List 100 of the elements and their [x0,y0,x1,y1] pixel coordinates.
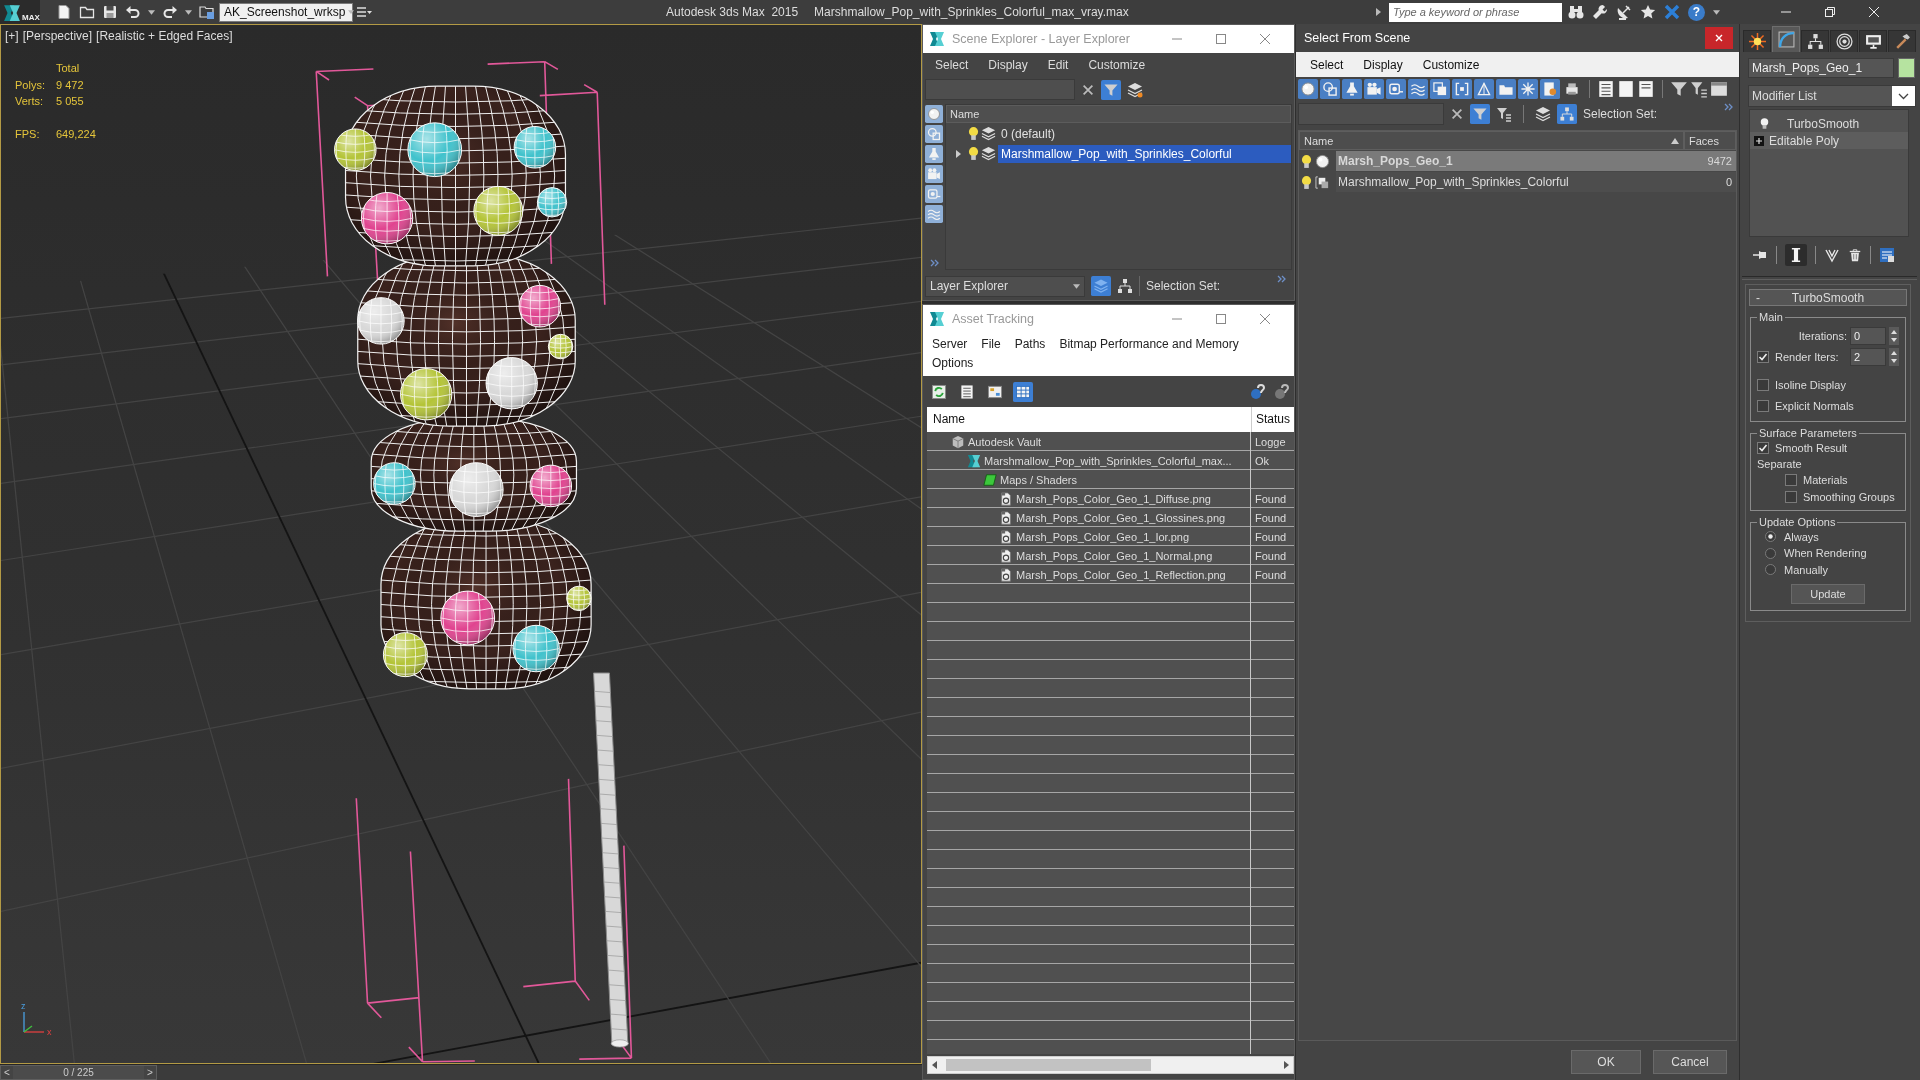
sheet-icon[interactable] [1540,79,1560,99]
light-bulb-icon[interactable] [1301,153,1312,169]
x-mark-icon[interactable] [1664,4,1680,20]
help-icon[interactable] [1274,383,1290,400]
number-field[interactable]: 0 [1850,327,1886,345]
double-chevron-icon[interactable] [1724,103,1733,111]
application-menu-button[interactable]: MAX [0,0,40,24]
window-icon[interactable] [1710,80,1728,98]
caret-icon[interactable] [1713,9,1720,15]
workspace-dropdown[interactable]: AK_Screenshot_wrksp [219,2,353,22]
help-button[interactable]: ? [1688,3,1705,21]
binoculars-icon[interactable] [1568,4,1584,20]
help-icon[interactable] [1250,383,1266,400]
column-header[interactable]: Faces [1684,131,1736,150]
menu-item[interactable]: Edit [1037,58,1079,72]
overlapping-squares-icon[interactable] [1430,79,1450,99]
redo-icon[interactable] [162,4,178,20]
viewport-menu-label[interactable]: [Realistic + Edged Faces] [96,29,233,43]
column-header[interactable]: Name [927,407,1251,432]
scroll-left-icon[interactable] [931,1061,939,1069]
shapes-icon[interactable] [1320,79,1340,99]
filter-list-icon[interactable] [1496,106,1512,122]
time-slider-track[interactable]: < 0 / 225 > [0,1064,922,1080]
light-bulb-icon[interactable] [968,146,979,161]
menu-item[interactable]: File [981,335,1001,354]
radio-button[interactable] [1765,547,1776,559]
search-field[interactable]: Type a keyword or phrase [1389,2,1562,22]
panel-tab[interactable] [1859,30,1887,52]
color-swatch-icon[interactable] [1898,58,1915,78]
light-bulb-icon[interactable] [1301,174,1312,190]
radio-button[interactable] [1765,531,1776,543]
explorer-mode-dropdown[interactable]: Layer Explorer [925,275,1085,297]
list-icon[interactable] [1637,80,1655,98]
caret-icon[interactable] [1376,8,1381,16]
action-button[interactable]: Update [1791,583,1865,604]
filter-icon[interactable] [1101,79,1121,100]
panel-tab[interactable] [1801,30,1829,52]
rollout-header[interactable]: - TurboSmooth [1749,289,1907,306]
panel-tab[interactable] [1743,30,1771,52]
camera-icon[interactable] [1364,79,1384,99]
sphere-icon[interactable] [925,105,943,123]
table-icon[interactable] [1013,381,1033,402]
stack-item[interactable]: Editable Poly [1750,132,1908,149]
viewport[interactable]: [+] [Perspective] [Realistic + Edged Faces] Total Polys: 9 472 Verts: 5 055 FPS: 649,224 z x [0,24,922,1064]
fork-icon[interactable] [1824,247,1840,263]
layer-name[interactable]: 0 (default) [998,124,1291,143]
menu-item[interactable]: Select [925,58,979,72]
i-beam-icon[interactable] [1785,244,1807,266]
column-header[interactable]: Name [1299,131,1684,150]
caret-icon[interactable] [148,9,155,15]
checkbox[interactable] [1757,379,1769,391]
wrench-icon[interactable] [1592,4,1608,20]
checkbox[interactable] [1757,400,1769,412]
undo-icon[interactable] [125,4,141,20]
collapse-toggle[interactable]: - [1750,290,1766,305]
hierarchy-icon[interactable] [1557,104,1577,124]
panel-tab[interactable] [1830,30,1858,52]
number-field[interactable]: 2 [1850,348,1886,366]
double-chevron-icon[interactable] [1277,275,1286,283]
menu-item[interactable]: Customize [1078,58,1156,72]
stack-item[interactable]: TurboSmooth [1750,115,1908,132]
bin-icon[interactable] [1848,248,1862,262]
layers-icon[interactable] [1127,81,1143,98]
light-bulb-icon[interactable] [968,126,979,141]
clear-icon[interactable] [1450,107,1464,121]
scroll-right-icon[interactable] [1282,1061,1290,1069]
sphere-icon[interactable] [1298,79,1318,99]
spinner-arrows-icon[interactable] [1889,327,1899,345]
object-name[interactable]: Marshmallow_Pop_with_Sprinkles_Colorful [1336,172,1684,192]
double-chevron-icon[interactable] [929,259,939,267]
layer-name[interactable]: Marshmallow_Pop_with_Sprinkles_Colorful [998,144,1291,163]
viewport-menu-label[interactable]: [Perspective] [22,29,93,43]
menu-item[interactable]: Display [978,58,1038,72]
menu-item[interactable]: Options [932,354,974,373]
filter-icon[interactable] [1470,104,1490,124]
tape-measure-icon[interactable] [1386,79,1406,99]
horizontal-scrollbar[interactable] [927,1056,1294,1074]
save-icon[interactable] [102,4,118,20]
previous-frame-button[interactable]: < [1,1066,13,1079]
open-folder-icon[interactable] [79,4,95,20]
folder-icon[interactable] [1496,79,1516,99]
spinner-arrows-icon[interactable] [1889,348,1899,366]
filter-icon[interactable] [1670,80,1688,98]
checkbox[interactable] [1757,351,1769,363]
list-icon[interactable] [1597,80,1615,98]
restore-icon[interactable] [1825,7,1835,17]
radio-button[interactable] [1765,564,1776,576]
modifier-list-dropdown[interactable]: Modifier List [1748,85,1916,107]
star-icon[interactable] [1640,4,1656,20]
layers-icon[interactable] [1535,106,1551,122]
object-name-field[interactable]: Marsh_Pops_Geo_1 [1748,58,1894,78]
checkbox[interactable] [1785,491,1797,503]
menu-icon[interactable] [356,4,372,20]
hierarchy-icon[interactable] [1117,278,1133,294]
panel-tab[interactable] [1888,30,1916,52]
time-slider-thumb[interactable]: < 0 / 225 > [0,1065,157,1080]
maximize-icon[interactable] [1216,314,1226,324]
menu-item[interactable]: Paths [1014,335,1046,354]
expand-arrow-icon[interactable] [954,149,962,158]
clear-icon[interactable] [1081,82,1095,97]
